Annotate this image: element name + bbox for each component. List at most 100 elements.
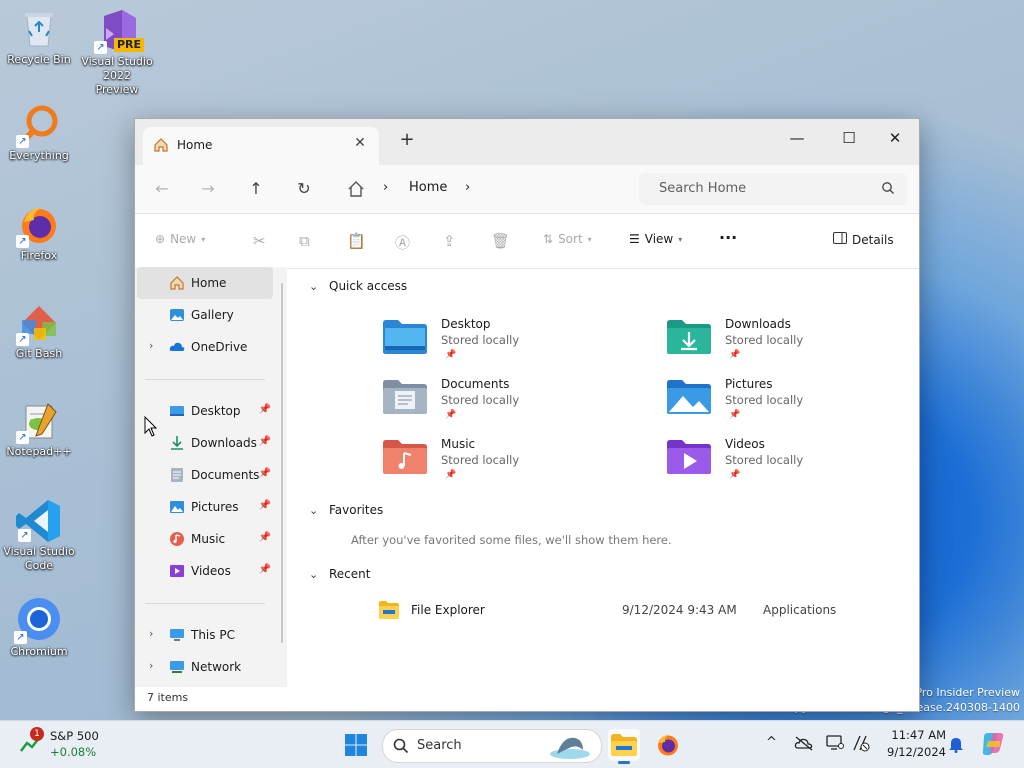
sidebar-item-home[interactable]: Home [137, 267, 273, 299]
stock-widget[interactable]: 1 S&P 500 +0.08% [18, 727, 108, 763]
sidebar-item-gallery[interactable]: Gallery [137, 299, 273, 331]
pin-icon: 📌 [445, 410, 457, 420]
mouse-cursor-icon [144, 415, 158, 441]
document-icon [169, 467, 185, 483]
details-button[interactable]: Details [833, 232, 894, 247]
quick-access-desktop[interactable]: Desktop Stored locally 📌 [383, 315, 623, 369]
chevron-down-icon: ⌄ [309, 567, 319, 581]
desktop-icon-notepad-plus-plus[interactable]: ↗ Notepad++ [2, 400, 76, 459]
clock[interactable]: 11:47 AM 9/12/2024 [880, 727, 946, 761]
tab-home[interactable]: Home ✕ [143, 127, 379, 165]
file-explorer-window: Home ✕ + — ☐ ✕ ← → ↑ ↻ › Home › ⊕ N [134, 118, 920, 712]
tab-close-button[interactable]: ✕ [351, 135, 369, 151]
shortcut-arrow-icon: ↗ [18, 529, 31, 542]
start-button[interactable] [340, 729, 372, 761]
rename-button[interactable]: Ⓐ [395, 232, 410, 253]
refresh-button[interactable]: ↻ [293, 179, 315, 201]
back-button[interactable]: ← [151, 179, 173, 201]
desktop-icon-recycle-bin[interactable]: Recycle Bin [2, 8, 76, 67]
desktop-icon-everything[interactable]: ↗ Everything [2, 104, 76, 163]
pin-icon: 📌 [445, 470, 457, 480]
paste-button[interactable]: 📋 [347, 232, 366, 250]
forward-button[interactable]: → [197, 179, 219, 201]
git-bash-icon: ↗ [16, 302, 60, 346]
sidebar-item-label: This PC [191, 628, 235, 642]
maximize-button[interactable]: ☐ [829, 125, 869, 151]
running-indicator [618, 761, 630, 764]
desktop-icon-label: Everything [9, 149, 69, 162]
quick-access-pictures[interactable]: Pictures Stored locally 📌 [667, 375, 907, 429]
show-hidden-icons-button[interactable]: ^ [766, 735, 777, 750]
quick-access-downloads[interactable]: Downloads Stored locally 📌 [667, 315, 907, 369]
sidebar-item-pictures[interactable]: Pictures 📌 [137, 491, 273, 523]
copilot-pre-icon[interactable] [980, 731, 1006, 760]
new-button[interactable]: ⊕ New ▾ [155, 232, 205, 246]
sort-label: Sort [558, 232, 583, 246]
desktop-icon-git-bash[interactable]: ↗ Git Bash [2, 302, 76, 361]
quick-access-documents[interactable]: Documents Stored locally 📌 [383, 375, 623, 429]
notification-bell-icon[interactable] [948, 735, 964, 756]
sidebar-item-music[interactable]: Music 📌 [137, 523, 273, 555]
videos-folder-icon [667, 439, 711, 475]
cut-button[interactable]: ✂ [253, 232, 266, 250]
up-button[interactable]: ↑ [245, 179, 267, 201]
nav-scrollbar[interactable] [281, 283, 283, 643]
display-icon[interactable] [826, 735, 844, 754]
chevron-right-icon[interactable]: › [149, 659, 153, 672]
sidebar-item-onedrive[interactable]: › OneDrive [137, 331, 273, 363]
plus-circle-icon: ⊕ [155, 232, 166, 246]
home-icon [169, 275, 185, 291]
new-tab-button[interactable]: + [397, 129, 417, 150]
taskbar-search-box[interactable]: Search [382, 729, 602, 763]
network-disconnected-icon[interactable] [852, 734, 870, 755]
quick-access-name: Videos [725, 437, 765, 451]
quick-access-videos[interactable]: Videos Stored locally 📌 [667, 435, 907, 489]
close-window-button[interactable]: ✕ [875, 125, 915, 151]
desktop-icon-visual-studio-2022-preview[interactable]: PRE ↗ Visual Studio 2022 Preview [80, 6, 154, 97]
quick-access-header[interactable]: ⌄ Quick access [309, 279, 407, 293]
share-button[interactable]: ⇪ [443, 232, 456, 250]
sort-button[interactable]: ⇅ Sort ▾ [543, 232, 592, 246]
file-explorer-folder-icon [379, 601, 399, 622]
quick-access-name: Music [441, 437, 476, 451]
desktop-icon-chromium[interactable]: ↗ Chromium [2, 596, 76, 659]
sidebar-item-this-pc[interactable]: › This PC [137, 619, 273, 651]
sidebar-item-network[interactable]: › Network [137, 651, 273, 683]
copy-button[interactable]: ⧉ [299, 232, 310, 250]
chevron-right-icon[interactable]: › [149, 627, 153, 640]
sidebar-item-videos[interactable]: Videos 📌 [137, 555, 273, 587]
file-explorer-taskbar-button[interactable] [608, 729, 640, 764]
everything-search-icon: ↗ [16, 104, 60, 148]
search-input[interactable] [657, 180, 871, 197]
quick-access-name: Pictures [725, 377, 773, 391]
minimize-button[interactable]: — [777, 125, 817, 151]
quick-access-sub: Stored locally [725, 393, 804, 407]
pin-icon: 📌 [729, 350, 741, 360]
desktop-icon-label: Recycle Bin [7, 53, 71, 66]
chevron-down-icon: ▾ [678, 234, 683, 244]
desktop-icon-visual-studio-code[interactable]: ↗ Visual Studio Code [2, 496, 76, 573]
onedrive-offline-icon[interactable] [794, 735, 814, 754]
search-box[interactable] [639, 173, 907, 205]
download-arrow-icon [169, 435, 185, 451]
view-button[interactable]: ☰ View ▾ [629, 232, 682, 246]
desktop-icon-firefox[interactable]: ↗ Firefox [2, 204, 76, 263]
breadcrumb-separator[interactable]: › [465, 180, 470, 195]
delete-button[interactable]: 🗑 [491, 232, 510, 250]
quick-access-music[interactable]: Music Stored locally 📌 [383, 435, 623, 489]
recent-heading: Recent [329, 567, 371, 581]
favorites-header[interactable]: ⌄ Favorites [309, 503, 383, 517]
firefox-taskbar-button[interactable] [652, 729, 684, 761]
video-icon [169, 563, 185, 579]
address-bar[interactable]: › Home › [339, 173, 631, 205]
sidebar-item-documents[interactable]: Documents 📌 [137, 459, 273, 491]
pin-icon: 📌 [258, 564, 271, 575]
quick-access-sub: Stored locally [725, 453, 804, 467]
breadcrumb-home[interactable]: Home [409, 180, 447, 195]
more-options-button[interactable]: ··· [719, 228, 737, 247]
recent-header[interactable]: ⌄ Recent [309, 567, 371, 581]
recent-file-row[interactable]: File Explorer 9/12/2024 9:43 AM Applicat… [379, 601, 849, 623]
chevron-right-icon[interactable]: › [149, 339, 153, 352]
clock-time: 11:47 AM [891, 728, 946, 742]
quick-access-name: Downloads [725, 317, 791, 331]
